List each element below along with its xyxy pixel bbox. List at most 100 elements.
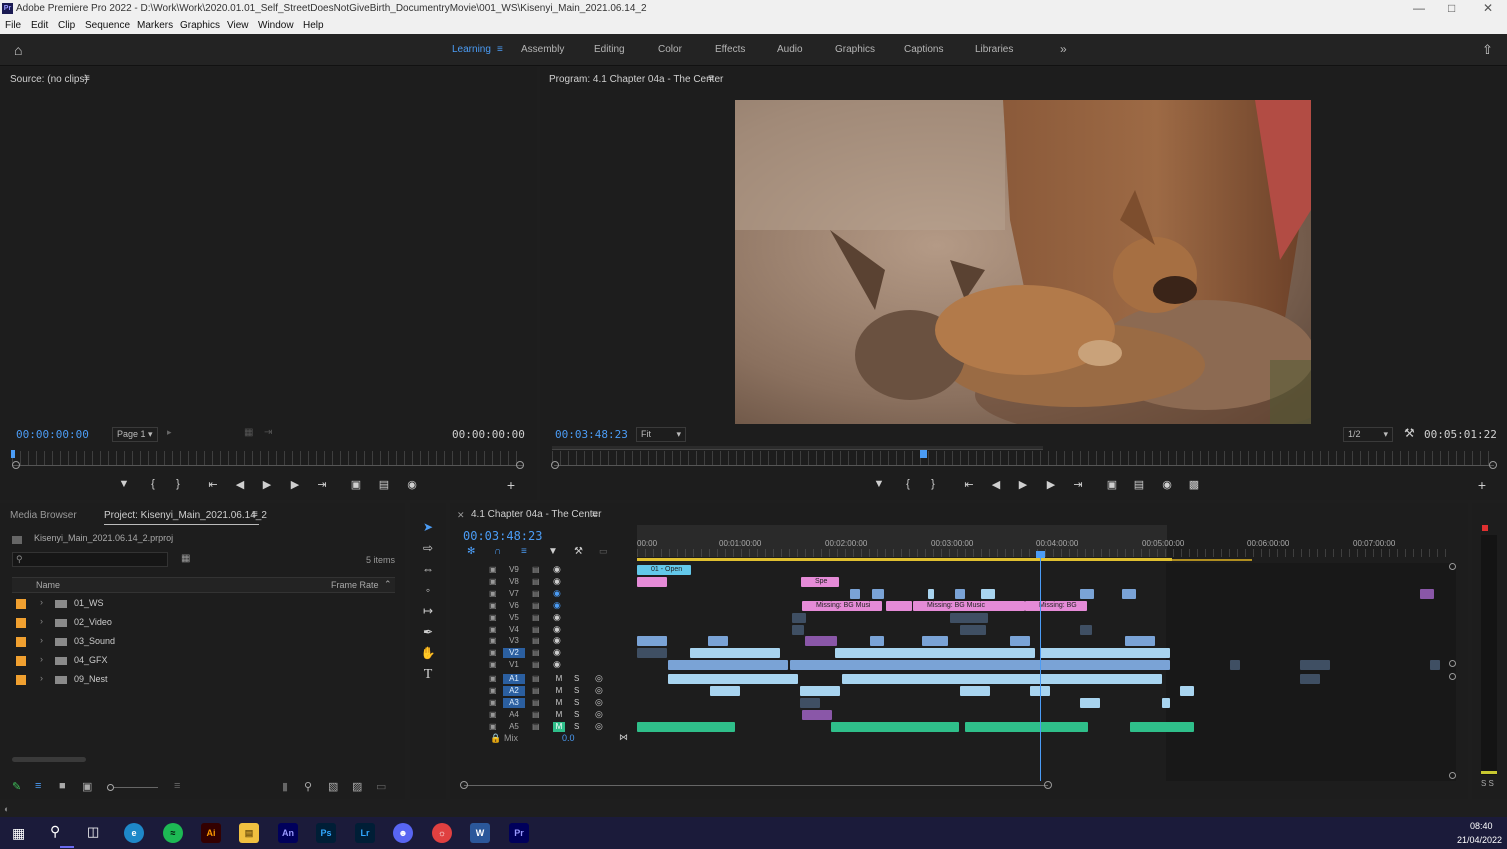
illustrator-icon[interactable]: Ai [201,823,221,843]
add-marker-icon[interactable]: ▼ [548,546,558,557]
timeline-clip[interactable] [1300,674,1320,684]
program-add-button-icon[interactable]: + [1474,477,1490,493]
spotify-icon[interactable]: ≈ [163,823,183,843]
timeline-panel-menu-icon[interactable]: ≡ [592,509,598,520]
track-eye-icon[interactable]: ◉ [553,588,561,599]
nest-toggle-icon[interactable]: ✻ [467,546,475,557]
timeline-clip[interactable] [1180,685,1194,696]
menu-window[interactable]: Window [258,20,294,31]
new-search-bin-icon[interactable]: ▦ [181,553,190,564]
track-name[interactable]: V6 [503,601,525,611]
track-lock-icon[interactable]: ▣ [489,660,497,669]
project-search-input[interactable]: ⚲ [12,552,168,567]
timeline-a-scroll-top[interactable] [1449,673,1456,680]
track-solo-button[interactable]: S [574,674,579,683]
track-eye-icon[interactable]: ◉ [553,600,561,611]
track-solo-button[interactable]: S [574,698,579,707]
icon-view-icon[interactable]: ■ [59,780,66,792]
timeline-clip[interactable] [1300,660,1330,671]
workspace-audio[interactable]: Audio [777,44,803,55]
track-lock-icon[interactable]: ▣ [489,648,497,657]
track-lock-icon[interactable]: ▣ [489,565,497,574]
timeline-clip[interactable] [1080,697,1100,708]
project-panel-menu-icon[interactable]: ≡ [252,509,258,520]
track-solo-button[interactable]: S [574,722,579,731]
workspace-assembly[interactable]: Assembly [521,44,564,55]
track-select-tool-icon[interactable]: ⇨ [419,541,437,559]
timeline-clip[interactable] [870,636,884,647]
track-eye-icon[interactable]: ◉ [553,624,561,635]
track-lock-icon[interactable]: ▣ [489,636,497,645]
timeline-clip[interactable] [842,674,1162,684]
timeline-clip[interactable] [965,721,1088,732]
track-lock-icon[interactable]: ▣ [489,686,497,695]
track-solo-button[interactable]: S [574,710,579,719]
clear-trash-icon[interactable]: ▭ [376,780,386,793]
program-resolution-dropdown[interactable]: 1/2 ▾ [1343,427,1393,442]
program-add-marker-icon[interactable]: ▼ [871,478,887,490]
timeline-clip[interactable] [800,697,820,708]
timeline-clip[interactable] [637,721,735,732]
sort-up-icon[interactable]: ⌃ [384,579,392,590]
track-sync-lock-icon[interactable]: ▤ [532,577,540,586]
linked-selection-icon[interactable]: ≡ [521,546,527,557]
track-sync-lock-icon[interactable]: ▤ [532,613,540,622]
mix-collapse-icon[interactable]: ⋈ [619,732,628,743]
track-lock-icon[interactable]: ▣ [489,577,497,586]
list-item[interactable]: › 01_WS [12,595,395,614]
source-insert-icon[interactable]: ▣ [348,478,364,491]
program-playhead[interactable] [920,450,928,458]
source-add-marker-icon[interactable]: ▼ [116,478,132,490]
slip-tool-icon[interactable]: ↦ [419,604,437,622]
track-name[interactable]: A5 [503,722,525,732]
program-panel-menu-icon[interactable]: ≡ [708,73,714,84]
program-export-frame-icon[interactable]: ◉ [1159,478,1175,491]
menu-view[interactable]: View [227,20,249,31]
project-horizontal-scrollbar[interactable] [12,757,86,762]
program-zoom-handle-left[interactable] [551,461,559,469]
source-overwrite-icon[interactable]: ▤ [376,478,392,491]
source-zoom-handle-left[interactable] [12,461,20,469]
source-playhead[interactable] [11,450,15,458]
track-lock-icon[interactable]: ▣ [489,625,497,634]
hand-tool-icon[interactable]: ✋ [419,646,437,664]
lightroom-icon[interactable]: Lr [355,823,375,843]
timeline-clip[interactable] [668,660,788,671]
track-name[interactable]: V1 [503,660,525,670]
workspace-effects[interactable]: Effects [715,44,745,55]
track-mute-button[interactable]: M [553,721,565,732]
program-comparison-view-icon[interactable]: ▩ [1186,478,1202,491]
timeline-clip[interactable] [922,636,948,647]
timeline-clip[interactable] [850,588,860,599]
track-lock-icon[interactable]: ▣ [489,674,497,683]
track-name[interactable]: A4 [503,710,525,720]
track-voiceover-mic-icon[interactable]: ◎ [595,721,603,732]
track-sync-lock-icon[interactable]: ▤ [532,698,540,707]
list-item[interactable]: › 09_Nest [12,671,395,690]
expand-chevron-icon[interactable]: › [40,597,43,607]
track-sync-lock-icon[interactable]: ▤ [532,565,540,574]
track-name[interactable]: V8 [503,577,525,587]
source-go-to-out-icon[interactable]: ⇥ [314,478,330,491]
program-settings-wrench-icon[interactable]: ⚒ [1404,426,1415,440]
timeline-clip[interactable] [792,612,806,623]
track-voiceover-mic-icon[interactable]: ◎ [595,709,603,720]
program-zoom-bar[interactable] [554,465,1494,466]
task-view-icon[interactable]: ◫ [87,824,99,840]
photoshop-icon[interactable]: Ps [316,823,336,843]
program-go-to-out-icon[interactable]: ⇥ [1070,478,1086,491]
timeline-clip[interactable] [1080,588,1094,599]
messaging-app-icon[interactable]: ☼ [432,823,452,843]
meter-solo-labels[interactable]: S S [1481,779,1494,788]
track-lock-icon[interactable]: ▣ [489,601,497,610]
zoom-slider-handle[interactable] [107,784,114,791]
discord-icon[interactable]: ☻ [393,823,413,843]
program-time-ruler[interactable] [552,451,1492,465]
workspace-libraries[interactable]: Libraries [975,44,1013,55]
menu-sequence[interactable]: Sequence [85,20,130,31]
program-step-back-icon[interactable]: ◀ [988,478,1004,491]
label-color-swatch[interactable] [16,656,26,666]
share-icon[interactable]: ⇧ [1482,42,1493,58]
timeline-clip[interactable] [872,588,884,599]
track-sync-lock-icon[interactable]: ▤ [532,648,540,657]
